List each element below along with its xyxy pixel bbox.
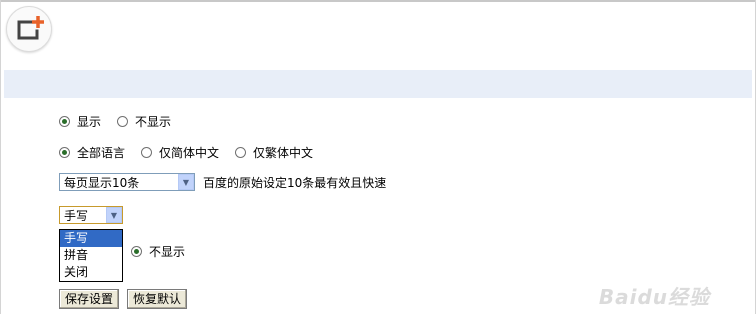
plus-square-icon	[17, 16, 44, 40]
input-method-hide-label: 不显示	[149, 245, 186, 259]
input-method-show-radio[interactable]	[131, 246, 142, 257]
input-method-value: 手写	[64, 208, 89, 223]
app-logo[interactable]	[6, 6, 52, 52]
input-method-select[interactable]: 手写 ▼	[59, 206, 123, 224]
all-languages-label: 全部语言	[77, 146, 126, 160]
window-frame-left	[0, 0, 1, 314]
language-option-row: 全部语言 仅简体中文 仅繁体中文	[59, 144, 329, 161]
simplified-chinese-radio[interactable]	[141, 147, 153, 158]
results-per-page-select[interactable]: 每页显示10条 ▼	[59, 173, 195, 191]
show-radio[interactable]	[59, 116, 70, 127]
settings-header-band	[4, 70, 752, 98]
display-option-row: 显示 不显示	[59, 113, 187, 130]
results-per-page-hint: 百度的原始设定10条最有效且快速	[203, 175, 387, 190]
input-method-display-row: 不显示	[131, 243, 201, 260]
hide-radio-label: 不显示	[135, 115, 172, 129]
chevron-down-icon[interactable]: ▼	[106, 207, 122, 223]
restore-defaults-button[interactable]: 恢复默认	[127, 289, 188, 309]
window-frame-top	[0, 0, 756, 2]
dropdown-option-off[interactable]: 关闭	[60, 264, 122, 281]
baidu-watermark: Baidu经验	[598, 285, 710, 309]
save-settings-button[interactable]: 保存设置	[59, 289, 120, 309]
traditional-chinese-radio[interactable]	[235, 147, 247, 158]
dropdown-option-pinyin[interactable]: 拼音	[60, 247, 122, 264]
all-languages-radio[interactable]	[59, 147, 70, 158]
results-per-page-value: 每页显示10条	[64, 175, 140, 190]
input-method-dropdown: 手写 拼音 关闭	[59, 229, 123, 282]
chevron-down-icon[interactable]: ▼	[178, 174, 194, 190]
traditional-chinese-label: 仅繁体中文	[253, 146, 314, 160]
input-method-row: 手写 ▼	[59, 206, 123, 224]
hide-radio[interactable]	[117, 116, 129, 127]
simplified-chinese-label: 仅简体中文	[159, 146, 220, 160]
show-radio-label: 显示	[77, 115, 102, 129]
results-per-page-row: 每页显示10条 ▼ 百度的原始设定10条最有效且快速	[59, 173, 386, 191]
dropdown-option-handwriting[interactable]: 手写	[60, 230, 122, 247]
action-buttons-row: 保存设置 恢复默认	[59, 289, 188, 309]
